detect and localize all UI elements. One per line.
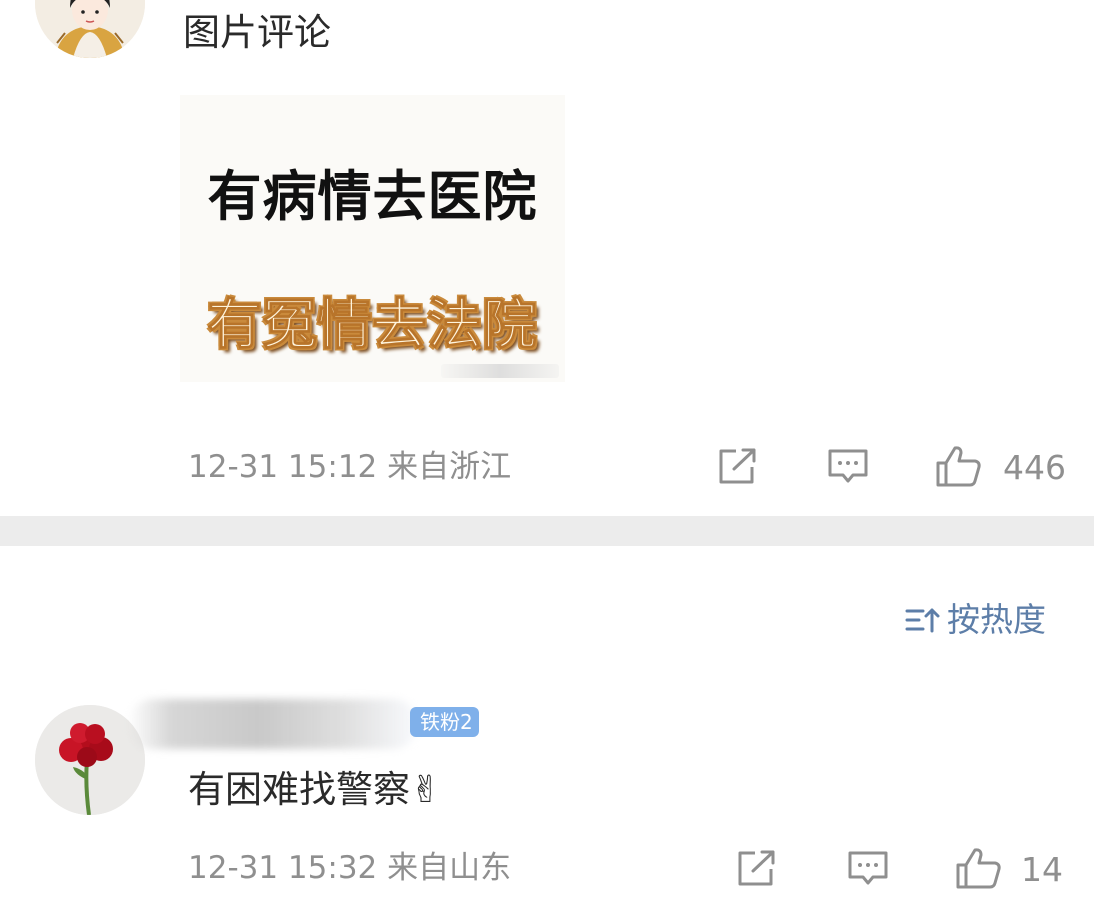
like-count: 446 [1003, 448, 1066, 487]
sort-label: 按热度 [947, 600, 1046, 639]
comment-icon[interactable] [846, 848, 890, 888]
avatar-illustration [35, 0, 145, 58]
comment-time: 12-31 15:32 [188, 850, 378, 886]
comment-text: 图片评论 [183, 11, 331, 54]
share-icon[interactable] [735, 848, 779, 888]
image-text-line: 有病情去医院 [207, 165, 538, 228]
image-watermark [441, 364, 559, 378]
like-icon[interactable] [935, 444, 981, 487]
image-text-line: 有冤情去法院 [207, 293, 538, 357]
comment-meta: 12-31 15:12 来自浙江 [188, 452, 511, 483]
comment-meta: 12-31 15:32 来自山东 [188, 853, 511, 884]
comment-icon[interactable] [826, 446, 870, 486]
username-redacted[interactable] [128, 699, 418, 749]
comment-location: 来自山东 [387, 850, 512, 886]
section-divider [0, 516, 1094, 546]
fan-badge[interactable]: 铁粉2 [410, 707, 479, 737]
comment-time: 12-31 15:12 [188, 449, 378, 485]
share-icon[interactable] [716, 446, 760, 486]
sort-button[interactable]: 按热度 [905, 603, 1046, 636]
commenter-avatar[interactable] [35, 0, 145, 58]
comment-text: 有困难找警察✌ [188, 768, 442, 811]
comment-location: 来自浙江 [387, 449, 512, 485]
sort-icon [905, 608, 940, 632]
comment-image[interactable]: 有病情去医院 有冤情去法院 [180, 95, 565, 382]
like-count: 14 [1021, 850, 1063, 889]
like-icon[interactable] [955, 846, 1001, 889]
